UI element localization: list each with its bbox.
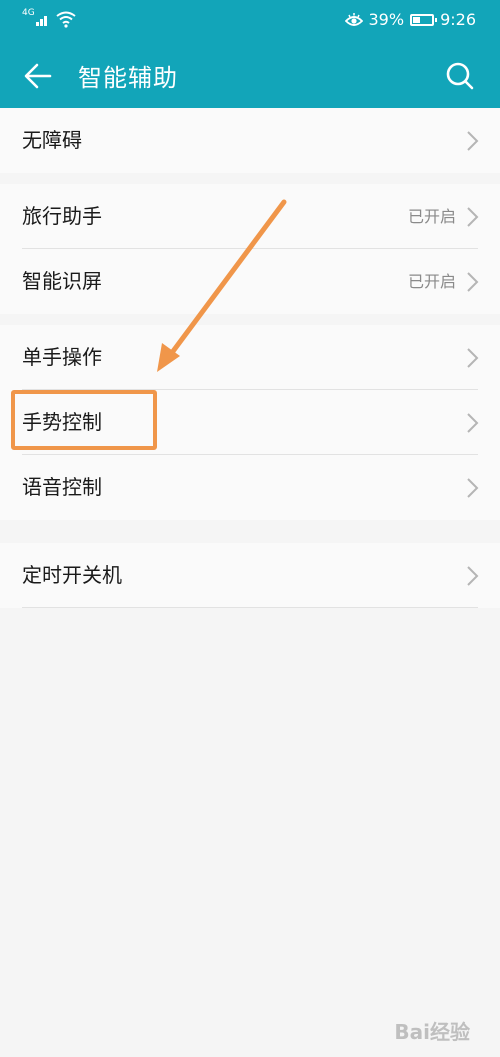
row-label: 手势控制 [22,410,102,434]
baidu-jingyan-watermark: Bai经验 [394,1016,470,1045]
app-bar: 智能辅助 [0,42,500,108]
chevron-right-icon [467,207,479,227]
settings-row-scheduled-power[interactable]: 定时开关机 [0,543,500,608]
chevron-right-icon [467,413,479,433]
settings-row-voice-control[interactable]: 语音控制 [0,455,500,520]
settings-row-smart-screen-recognition[interactable]: 智能识屏 已开启 [0,249,500,314]
status-bar: 4G 39% 9:26 [0,0,500,42]
eye-comfort-icon [344,12,363,26]
row-label: 单手操作 [22,345,102,369]
page-title: 智能辅助 [78,64,178,92]
settings-row-travel-assistant[interactable]: 旅行助手 已开启 [0,184,500,249]
settings-row-one-handed-mode[interactable]: 单手操作 [0,325,500,390]
row-value: 已开启 [407,207,456,226]
divider [22,607,478,608]
watermark-text: Bai经验 [394,1020,470,1044]
row-label: 语音控制 [22,475,102,499]
chevron-right-icon [467,272,479,292]
chevron-right-icon [467,566,479,586]
back-button[interactable] [18,56,58,96]
chevron-right-icon [467,478,479,498]
clock: 9:26 [440,10,476,29]
battery-icon [410,13,438,26]
settings-group: 旅行助手 已开启 智能识屏 已开启 [0,184,500,314]
cell-signal-icon: 4G [22,8,48,28]
settings-group: 定时开关机 [0,543,500,608]
network-type: 4G [22,8,35,18]
settings-group: 无障碍 [0,108,500,173]
settings-row-accessibility[interactable]: 无障碍 [0,108,500,173]
row-label: 定时开关机 [22,563,122,587]
back-arrow-icon [24,63,52,89]
row-value: 已开启 [407,272,456,291]
search-button[interactable] [440,56,480,96]
row-label: 无障碍 [22,128,82,152]
search-icon [446,62,474,90]
wifi-icon [56,11,76,28]
chevron-right-icon [467,348,479,368]
row-label: 旅行助手 [22,204,102,228]
row-label: 智能识屏 [22,269,102,293]
settings-group: 单手操作 手势控制 语音控制 [0,325,500,520]
battery-percent: 39% [368,10,405,29]
chevron-right-icon [467,131,479,151]
settings-row-gesture-control[interactable]: 手势控制 [0,390,500,455]
